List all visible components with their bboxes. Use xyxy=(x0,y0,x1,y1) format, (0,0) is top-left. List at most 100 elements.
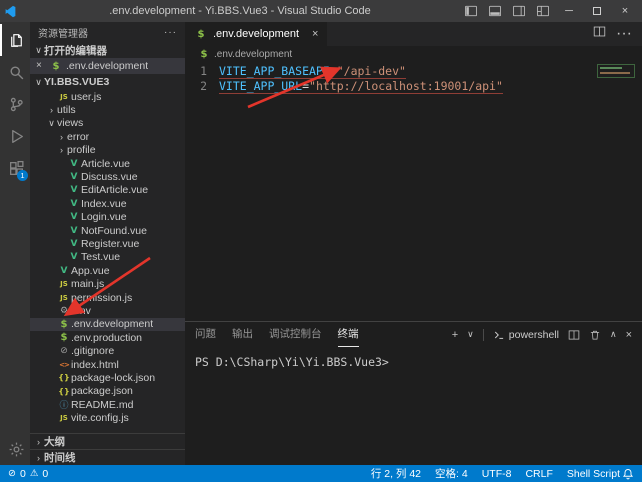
status-language-mode[interactable]: Shell Script xyxy=(567,468,620,480)
split-editor-icon[interactable] xyxy=(593,25,606,43)
maximize-button[interactable] xyxy=(584,1,610,21)
breadcrumb[interactable]: $ .env.development xyxy=(185,46,642,62)
tree-item-error[interactable]: ›error xyxy=(30,130,185,143)
run-debug-icon[interactable] xyxy=(0,120,30,152)
tree-item-Article.vue[interactable]: VArticle.vue xyxy=(30,157,185,170)
chevron-down-icon: ∨ xyxy=(33,77,44,88)
file-name: views xyxy=(57,117,83,129)
chevron-right-icon: › xyxy=(46,105,57,115)
toggle-secondary-sidebar-icon[interactable] xyxy=(508,1,530,21)
gear-file-icon: ⚙ xyxy=(57,306,71,316)
tab-env-development[interactable]: $ .env.development × xyxy=(185,22,327,46)
vscode-logo-icon xyxy=(0,5,20,18)
status-indentation[interactable]: 空格: 4 xyxy=(435,466,468,481)
status-cursor-position[interactable]: 行 2, 列 42 xyxy=(371,466,421,481)
close-icon[interactable]: × xyxy=(36,61,46,71)
tree-item-package.json[interactable]: {}package.json xyxy=(30,385,185,398)
code-line-1[interactable]: 1VITE_APP_BASEAPI="/api-dev" xyxy=(185,64,642,79)
errors-count: 0 xyxy=(20,468,26,480)
open-editor-item[interactable]: × $ .env.development xyxy=(30,58,185,74)
file-name: Login.vue xyxy=(81,211,127,223)
search-icon[interactable] xyxy=(0,56,30,88)
notifications-bell-icon[interactable] xyxy=(622,468,634,480)
chevron-down-icon: ∨ xyxy=(46,118,57,129)
toggle-sidebar-icon[interactable] xyxy=(460,1,482,21)
split-terminal-icon[interactable] xyxy=(568,329,580,341)
tree-item-user.js[interactable]: JSuser.js xyxy=(30,90,185,103)
tree-item-Discuss.vue[interactable]: VDiscuss.vue xyxy=(30,170,185,183)
js-file-icon: JS xyxy=(57,294,71,302)
tree-item-Test.vue[interactable]: VTest.vue xyxy=(30,251,185,264)
tree-item-.env.production[interactable]: $.env.production xyxy=(30,331,185,344)
chevron-down-icon[interactable]: ∨ xyxy=(467,329,474,340)
tree-item-.env.development[interactable]: $.env.development xyxy=(30,318,185,331)
tree-item-permission.js[interactable]: JSpermission.js xyxy=(30,291,185,304)
sidebar-explorer: 资源管理器 ··· ∨ 打开的编辑器 × $ .env.development … xyxy=(30,22,185,465)
close-panel-icon[interactable]: × xyxy=(626,329,632,341)
tree-item-main.js[interactable]: JSmain.js xyxy=(30,277,185,290)
outline-section[interactable]: › 大纲 xyxy=(30,433,185,449)
maximize-panel-icon[interactable]: ∧ xyxy=(610,329,617,340)
json-file-icon: {} xyxy=(57,387,71,396)
vue-file-icon: V xyxy=(67,252,81,262)
js-file-icon: JS xyxy=(57,93,71,101)
kill-terminal-icon[interactable] xyxy=(589,329,601,341)
new-terminal-icon[interactable]: + xyxy=(452,329,458,341)
maximize-icon xyxy=(593,7,601,15)
main-area: 1 资源管理器 ··· ∨ 打开的编辑器 × $ .env.developmen… xyxy=(0,22,642,465)
timeline-section[interactable]: › 时间线 xyxy=(30,449,185,465)
problems-indicator[interactable]: ⊘ 0 ⚠ 0 xyxy=(8,468,48,480)
tree-item-.env[interactable]: ⚙.env xyxy=(30,304,185,317)
shell-file-icon: $ xyxy=(197,49,211,60)
close-window-button[interactable]: × xyxy=(612,1,638,21)
terminal-output[interactable]: PS D:\CSharp\Yi\Yi.BBS.Vue3> xyxy=(185,347,642,465)
minimap[interactable] xyxy=(594,62,642,321)
tree-item-Index.vue[interactable]: VIndex.vue xyxy=(30,197,185,210)
status-eol[interactable]: CRLF xyxy=(525,468,552,480)
file-name: Article.vue xyxy=(81,158,130,170)
tree-item-index.html[interactable]: <>index.html xyxy=(30,358,185,371)
minimize-button[interactable]: ─ xyxy=(556,1,582,21)
shell-file-icon: $ xyxy=(57,332,71,343)
customize-layout-icon[interactable] xyxy=(532,1,554,21)
file-name: profile xyxy=(67,144,96,156)
tree-item-views[interactable]: ∨views xyxy=(30,117,185,130)
tree-item-utils[interactable]: ›utils xyxy=(30,103,185,116)
tree-item-EditArticle.vue[interactable]: VEditArticle.vue xyxy=(30,184,185,197)
file-name: .env xyxy=(71,305,91,317)
tree-item-profile[interactable]: ›profile xyxy=(30,144,185,157)
more-actions-icon[interactable]: ··· xyxy=(616,25,632,43)
terminal-tab-powershell[interactable]: powershell xyxy=(493,329,559,341)
settings-gear-icon[interactable] xyxy=(0,433,30,465)
open-editors-label: 打开的编辑器 xyxy=(44,43,107,58)
tree-item-Register.vue[interactable]: VRegister.vue xyxy=(30,237,185,250)
tree-item-NotFound.vue[interactable]: VNotFound.vue xyxy=(30,224,185,237)
explorer-icon[interactable] xyxy=(0,24,30,56)
activity-bar-spacer xyxy=(0,184,30,433)
tree-item-App.vue[interactable]: VApp.vue xyxy=(30,264,185,277)
status-right-items: 行 2, 列 42 空格: 4 UTF-8 CRLF Shell Script xyxy=(371,466,620,481)
panel-actions: + ∨ powershell xyxy=(452,329,632,341)
toggle-panel-icon[interactable] xyxy=(484,1,506,21)
source-control-icon[interactable] xyxy=(0,88,30,120)
status-encoding[interactable]: UTF-8 xyxy=(482,468,512,480)
extensions-icon[interactable]: 1 xyxy=(0,152,30,184)
tree-item-README.md[interactable]: ⓘREADME.md xyxy=(30,398,185,411)
panel-tab-输出[interactable]: 输出 xyxy=(232,322,253,347)
code-editor[interactable]: 1VITE_APP_BASEAPI="/api-dev"2VITE_APP_UR… xyxy=(185,62,642,321)
close-tab-icon[interactable]: × xyxy=(312,28,318,40)
tree-item-.gitignore[interactable]: ⊘.gitignore xyxy=(30,344,185,357)
outline-label: 大纲 xyxy=(44,434,65,449)
open-editors-section[interactable]: ∨ 打开的编辑器 xyxy=(30,42,185,58)
more-actions-icon[interactable]: ··· xyxy=(164,27,177,38)
panel-tab-问题[interactable]: 问题 xyxy=(195,322,216,347)
code-line-2[interactable]: 2VITE_APP_URL="http://localhost:19001/ap… xyxy=(185,79,642,94)
panel-tab-终端[interactable]: 终端 xyxy=(338,322,359,347)
project-section[interactable]: ∨ YI.BBS.VUE3 xyxy=(30,74,185,90)
tree-item-vite.config.js[interactable]: JSvite.config.js xyxy=(30,411,185,424)
tree-item-package-lock.json[interactable]: {}package-lock.json xyxy=(30,371,185,384)
vue-file-icon: V xyxy=(67,185,81,195)
file-name: Discuss.vue xyxy=(81,171,138,183)
tree-item-Login.vue[interactable]: VLogin.vue xyxy=(30,211,185,224)
panel-tab-调试控制台[interactable]: 调试控制台 xyxy=(269,322,322,347)
